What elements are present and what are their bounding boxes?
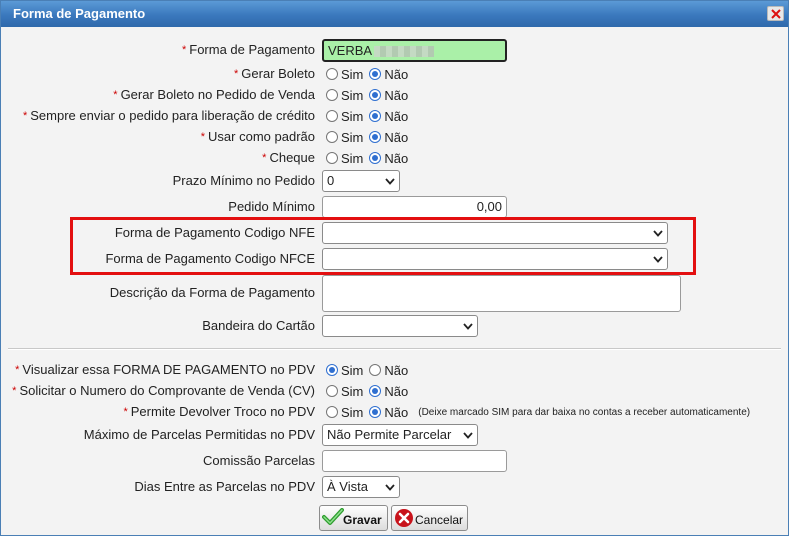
comissao-parcelas-label: Comissão Parcelas [203, 453, 315, 468]
prazo-minimo-label: Prazo Mínimo no Pedido [172, 173, 315, 188]
codigo-nfe-select[interactable] [322, 222, 668, 244]
solicitar-cv-label: * Solicitar o Numero do Comprovante de Ve… [12, 383, 315, 398]
devolver-troco-sim-radio[interactable] [326, 406, 338, 418]
cheque-radio-group: Sim Não [326, 150, 414, 166]
gerar-boleto-pedido-radio-group: Sim Não [326, 87, 414, 103]
cheque-label: * Cheque [262, 150, 315, 165]
codigo-nfce-label: Forma de Pagamento Codigo NFCE [105, 251, 315, 266]
descricao-textarea[interactable] [322, 275, 681, 312]
close-button[interactable] [767, 6, 784, 21]
dias-parcelas-label: Dias Entre as Parcelas no PDV [134, 479, 315, 494]
gerar-boleto-pedido-sim-radio[interactable] [326, 89, 338, 101]
codigo-nfce-select[interactable] [322, 248, 668, 270]
maximo-parcelas-select[interactable]: Não Permite Parcelar [322, 424, 478, 446]
cancelar-button[interactable]: Cancelar [391, 505, 468, 531]
bandeira-select[interactable] [322, 315, 478, 337]
codigo-nfe-label: Forma de Pagamento Codigo NFE [114, 225, 315, 240]
gerar-boleto-pedido-nao-radio[interactable] [369, 89, 382, 101]
descricao-label: Descrição da Forma de Pagamento [109, 285, 315, 300]
solicitar-cv-radio-group: Sim Não [326, 383, 414, 399]
solicitar-cv-sim-radio[interactable] [326, 385, 338, 397]
usar-padrao-sim-radio[interactable] [326, 131, 338, 143]
redacted-text [374, 46, 435, 58]
cancelar-label: Cancelar [415, 513, 464, 527]
devolver-troco-note: (Deixe marcado SIM para dar baixa no con… [418, 406, 751, 418]
visualizar-pdv-sim-radio[interactable] [326, 364, 338, 376]
title-bar: Forma de Pagamento [1, 1, 788, 27]
cheque-nao-radio[interactable] [369, 152, 382, 164]
usar-padrao-nao-radio[interactable] [369, 131, 382, 143]
visualizar-pdv-nao-radio[interactable] [369, 364, 382, 376]
check-icon [322, 508, 344, 525]
devolver-troco-radio-group: Sim Não (Deixe marcado SIM para dar baix… [326, 404, 750, 420]
pedido-minimo-input[interactable]: 0,00 [322, 196, 507, 218]
window-title: Forma de Pagamento [13, 6, 146, 21]
usar-padrao-radio-group: Sim Não [326, 129, 414, 145]
visualizar-pdv-radio-group: Sim Não [326, 362, 414, 378]
pedido-minimo-label: Pedido Mínimo [228, 199, 315, 214]
usar-padrao-label: * Usar como padrão [200, 129, 315, 144]
dias-parcelas-select[interactable]: À Vista [322, 476, 400, 498]
forma-pagamento-label: * Forma de Pagamento [181, 42, 315, 57]
devolver-troco-nao-radio[interactable] [369, 406, 382, 418]
maximo-parcelas-label: Máximo de Parcelas Permitidas no PDV [83, 427, 315, 442]
bandeira-label: Bandeira do Cartão [202, 318, 315, 333]
cheque-sim-radio[interactable] [326, 152, 338, 164]
sempre-enviar-radio-group: Sim Não [326, 108, 414, 124]
gerar-boleto-label: * Gerar Boleto [234, 66, 315, 81]
sempre-enviar-nao-radio[interactable] [369, 110, 382, 122]
close-icon [771, 9, 781, 19]
forma-pagamento-input[interactable]: VERBA [322, 39, 507, 62]
comissao-parcelas-input[interactable] [322, 450, 507, 472]
gravar-label: Gravar [343, 513, 382, 527]
cancel-icon [395, 509, 413, 527]
sempre-enviar-label: * Sempre enviar o pedido para liberação d… [22, 108, 315, 123]
payment-form-window: Forma de Pagamento * Forma de Pagamento V… [0, 0, 789, 536]
section-divider [8, 348, 781, 350]
gerar-boleto-nao-radio[interactable] [369, 68, 382, 80]
prazo-minimo-select[interactable]: 0 [322, 170, 400, 192]
gravar-button[interactable]: Gravar [319, 505, 388, 531]
gerar-boleto-pedido-label: * Gerar Boleto no Pedido de Venda [113, 87, 315, 102]
visualizar-pdv-label: * Visualizar essa FORMA DE PAGAMENTO no P… [15, 362, 315, 377]
solicitar-cv-nao-radio[interactable] [369, 385, 382, 397]
sempre-enviar-sim-radio[interactable] [326, 110, 338, 122]
devolver-troco-label: * Permite Devolver Troco no PDV [123, 404, 315, 419]
gerar-boleto-sim-radio[interactable] [326, 68, 338, 80]
gerar-boleto-radio-group: Sim Não [326, 66, 414, 82]
